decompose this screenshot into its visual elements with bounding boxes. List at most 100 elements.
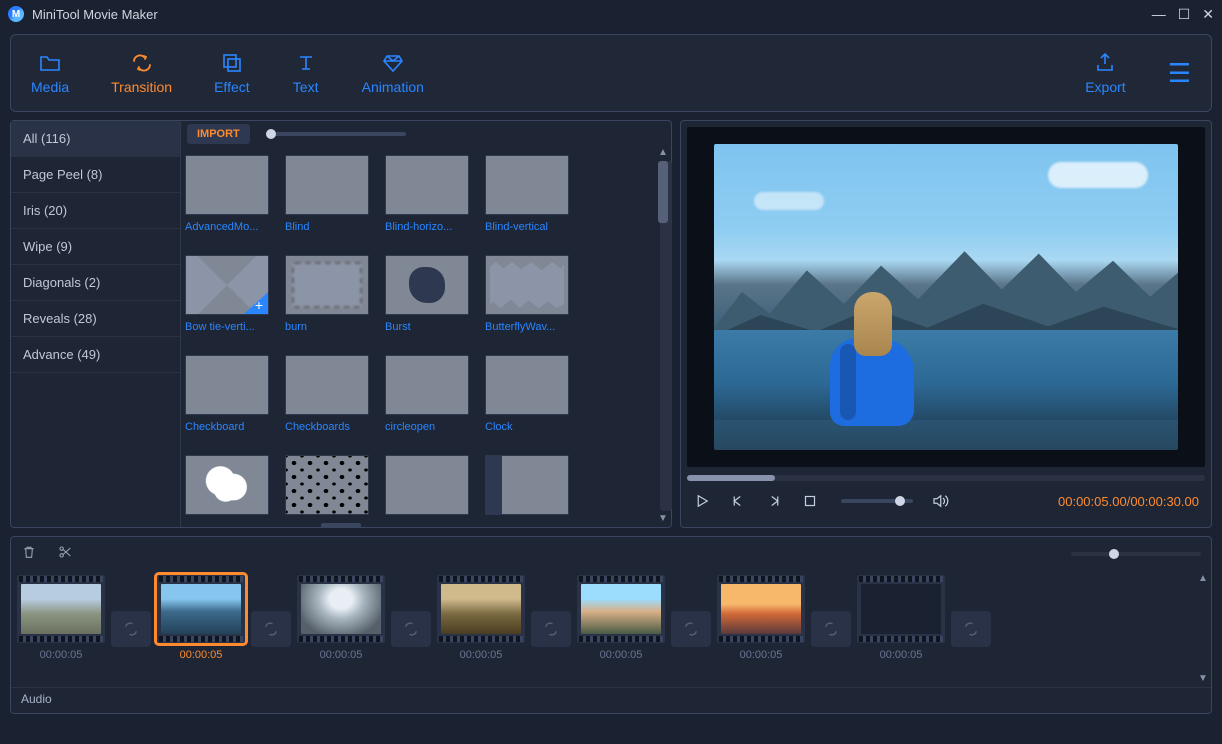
scroll-up-icon[interactable]: ▲ [657, 147, 669, 159]
timecode: 00:00:05.00/00:00:30.00 [1058, 494, 1199, 509]
category-list: All (116) Page Peel (8) Iris (20) Wipe (… [11, 121, 181, 527]
transition-item[interactable] [485, 455, 573, 527]
preview-progress[interactable] [687, 475, 1205, 481]
transition-slot[interactable] [951, 611, 991, 647]
transition-slot[interactable] [811, 611, 851, 647]
category-advance[interactable]: Advance (49) [11, 337, 180, 373]
transition-label: AdvancedMo... [185, 221, 269, 233]
prev-frame-button[interactable] [729, 492, 747, 510]
timeline-toolbar [11, 537, 1211, 571]
transition-item[interactable]: Blind [285, 155, 373, 243]
clip-time: 00:00:05 [880, 649, 923, 661]
panel-resize-handle[interactable] [321, 523, 361, 528]
export-icon [1091, 51, 1119, 75]
tab-media[interactable]: Media [31, 51, 69, 95]
transition-slot[interactable] [111, 611, 151, 647]
transition-slot[interactable] [531, 611, 571, 647]
transition-item[interactable]: Checkboard [185, 355, 273, 443]
transition-item[interactable]: circleopen [385, 355, 473, 443]
transition-item[interactable]: Checkboards [285, 355, 373, 443]
audio-track-label[interactable]: Audio [11, 687, 1211, 713]
effect-icon [218, 51, 246, 75]
clip[interactable]: 00:00:05 [297, 575, 385, 661]
transition-slot[interactable] [391, 611, 431, 647]
tab-effect-label: Effect [214, 79, 250, 95]
transition-icon [128, 51, 156, 75]
maximize-button[interactable]: ☐ [1178, 6, 1191, 23]
timeline-panel: 00:00:05 00:00:05 00:00:05 00:00:05 00:0… [10, 536, 1212, 714]
category-all[interactable]: All (116) [11, 121, 180, 157]
transition-item[interactable] [285, 455, 373, 527]
delete-button[interactable] [21, 544, 37, 565]
transition-item[interactable]: Clock [485, 355, 573, 443]
timeline-scrollbar[interactable]: ▲ ▼ [1197, 573, 1209, 685]
menu-button[interactable]: ☰ [1168, 58, 1191, 89]
transition-label: Burst [385, 321, 469, 333]
next-frame-button[interactable] [765, 492, 783, 510]
transition-item[interactable] [185, 455, 273, 527]
folder-icon [36, 51, 64, 75]
close-button[interactable]: ✕ [1202, 6, 1214, 23]
scroll-down-icon[interactable]: ▼ [657, 513, 669, 525]
volume-slider[interactable] [841, 499, 913, 503]
transition-label: Clock [485, 421, 569, 433]
transition-item[interactable] [385, 455, 473, 527]
transition-item[interactable]: Blind-horizo... [385, 155, 473, 243]
category-iris[interactable]: Iris (20) [11, 193, 180, 229]
clip-empty[interactable]: 00:00:05 [857, 575, 945, 661]
transition-item[interactable]: Burst [385, 255, 473, 343]
preview-panel: 00:00:05.00/00:00:30.00 [680, 120, 1212, 528]
tab-animation[interactable]: Animation [362, 51, 424, 95]
tab-effect[interactable]: Effect [214, 51, 250, 95]
scroll-up-icon[interactable]: ▲ [1197, 573, 1209, 585]
trash-icon [21, 544, 37, 560]
scroll-down-icon[interactable]: ▼ [1197, 673, 1209, 685]
category-wipe[interactable]: Wipe (9) [11, 229, 180, 265]
clip[interactable]: 00:00:05 [437, 575, 525, 661]
transition-item[interactable]: ButterflyWav... [485, 255, 573, 343]
transition-label: Bow tie-verti... [185, 321, 269, 333]
stop-button[interactable] [801, 492, 819, 510]
time-current: 00:00:05.00 [1058, 494, 1127, 509]
split-button[interactable] [57, 544, 73, 565]
minimize-button[interactable]: — [1152, 6, 1166, 22]
diamond-icon [379, 51, 407, 75]
category-page-peel[interactable]: Page Peel (8) [11, 157, 180, 193]
transition-label: ButterflyWav... [485, 321, 569, 333]
tab-text[interactable]: Text [292, 51, 320, 95]
play-button[interactable] [693, 492, 711, 510]
transition-slot[interactable] [251, 611, 291, 647]
clip-time: 00:00:05 [320, 649, 363, 661]
video-track[interactable]: 00:00:05 00:00:05 00:00:05 00:00:05 00:0… [11, 571, 1211, 687]
preview-viewer[interactable] [687, 127, 1205, 467]
playback-controls: 00:00:05.00/00:00:30.00 [687, 481, 1205, 521]
clip[interactable]: 00:00:05 [157, 575, 245, 661]
thumbnail-size-slider[interactable] [266, 132, 406, 136]
export-button[interactable]: Export [1085, 51, 1125, 95]
category-diagonals[interactable]: Diagonals (2) [11, 265, 180, 301]
tab-animation-label: Animation [362, 79, 424, 95]
import-button[interactable]: IMPORT [187, 124, 250, 144]
transition-label: Blind [285, 221, 369, 233]
transition-slot[interactable] [671, 611, 711, 647]
library-panel: All (116) Page Peel (8) Iris (20) Wipe (… [10, 120, 672, 528]
clip-time: 00:00:05 [460, 649, 503, 661]
tab-transition[interactable]: Transition [111, 51, 172, 95]
category-reveals[interactable]: Reveals (28) [11, 301, 180, 337]
transition-label: circleopen [385, 421, 469, 433]
app-title: MiniTool Movie Maker [32, 7, 158, 22]
transition-item[interactable]: burn [285, 255, 373, 343]
library-scrollbar[interactable]: ▲ ▼ [657, 147, 669, 525]
app-logo-icon: M [8, 6, 24, 22]
clip-time: 00:00:05 [600, 649, 643, 661]
clip[interactable]: 00:00:05 [577, 575, 665, 661]
clip[interactable]: 00:00:05 [17, 575, 105, 661]
transition-item[interactable]: Bow tie-verti... [185, 255, 273, 343]
transition-item[interactable]: Blind-vertical [485, 155, 573, 243]
export-label: Export [1085, 79, 1125, 95]
transition-item[interactable]: AdvancedMo... [185, 155, 273, 243]
volume-button[interactable] [931, 492, 949, 510]
transition-label: Blind-vertical [485, 221, 569, 233]
timeline-zoom-slider[interactable] [1071, 552, 1201, 556]
clip[interactable]: 00:00:05 [717, 575, 805, 661]
